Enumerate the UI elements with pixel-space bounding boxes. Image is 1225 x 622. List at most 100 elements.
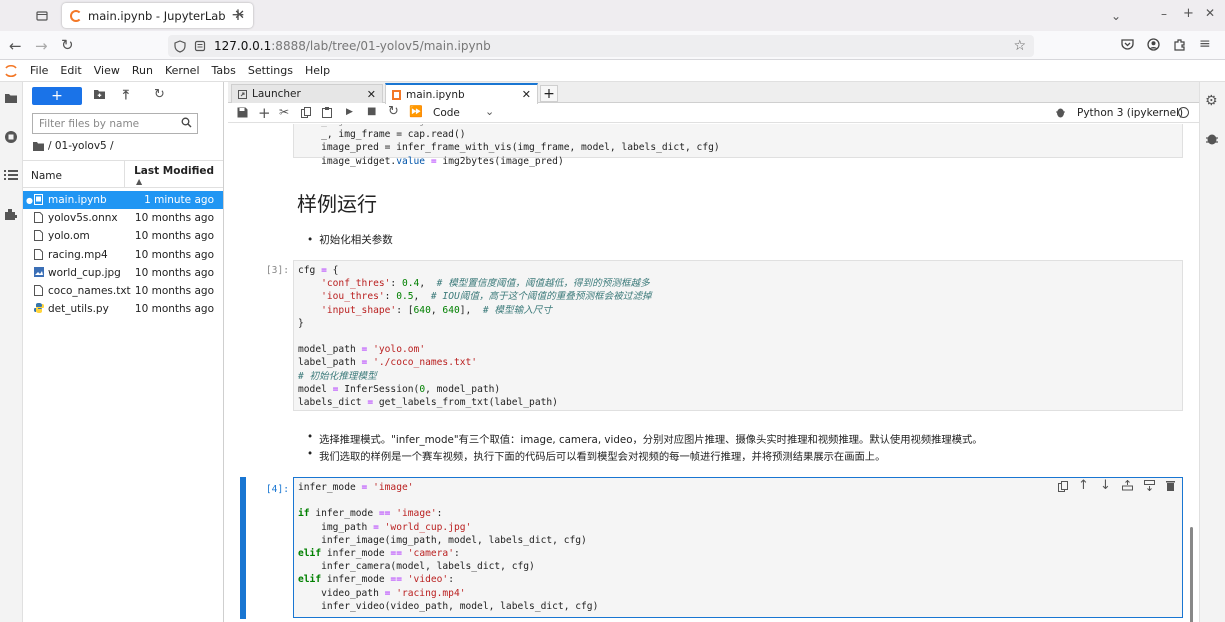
- debugger-icon[interactable]: [1056, 107, 1065, 118]
- breadcrumb: / 01-yolov5 /: [33, 140, 114, 152]
- file-row[interactable]: coco_names.txt 10 months ago: [23, 282, 223, 300]
- maximize-icon[interactable]: +: [1183, 6, 1194, 21]
- pocket-icon[interactable]: [1121, 38, 1134, 50]
- refresh-icon[interactable]: ↻: [154, 87, 165, 102]
- code-cell-partial[interactable]: _.mjiwidiit.wiiw.jvuiv _, img_frame = ca…: [293, 124, 1183, 167]
- markdown-bullet-3: • 我们选取的样例是一个赛车视频，执行下面的代码后可以看到模型会对视频的每一帧进行…: [307, 448, 885, 463]
- file-row[interactable]: det_utils.py 10 months ago: [23, 300, 223, 318]
- bullet-3-text: 我们选取的样例是一个赛车视频，执行下面的代码后可以看到模型会对视频的每一帧进行推…: [319, 451, 886, 463]
- cell-type-select[interactable]: Code: [433, 107, 460, 119]
- close-launcher-icon[interactable]: ✕: [367, 88, 376, 101]
- save-icon[interactable]: [237, 107, 248, 118]
- page-info-icon[interactable]: [194, 40, 206, 52]
- close-window-icon[interactable]: ✕: [1205, 6, 1215, 20]
- file-row[interactable]: world_cup.jpg 10 months ago: [23, 264, 223, 282]
- notebook-toolbar: + ✂ ▶ ■ ↻ ⏩ Code ⌄ Python 3 (ipykernel): [228, 104, 1199, 123]
- code-cell-4[interactable]: infer_mode = 'image' if infer_mode == 'i…: [293, 477, 1183, 618]
- file-modified: 10 months ago: [134, 266, 214, 279]
- bookmark-star-icon[interactable]: ☆: [1013, 38, 1026, 54]
- launcher-icon: [238, 89, 247, 99]
- file-row[interactable]: yolo.om 10 months ago: [23, 227, 223, 245]
- menu-help[interactable]: Help: [299, 64, 336, 77]
- breadcrumb-folder-icon[interactable]: [33, 141, 44, 151]
- delete-cell-icon[interactable]: [1166, 480, 1175, 491]
- file-name: coco_names.txt: [48, 285, 131, 297]
- tab-main-ipynb[interactable]: main.ipynb ✕: [385, 83, 538, 104]
- move-cell-up-icon[interactable]: ↑: [1078, 478, 1089, 493]
- file-name: yolov5s.onnx: [48, 212, 118, 225]
- reload-icon[interactable]: ↻: [61, 36, 74, 54]
- file-name: main.ipynb: [48, 194, 107, 206]
- tab-launcher[interactable]: Launcher ✕: [231, 84, 383, 103]
- file-row[interactable]: racing.mp4 10 months ago: [23, 246, 223, 264]
- folder-icon[interactable]: [4, 92, 18, 104]
- table-of-contents-icon[interactable]: [4, 169, 18, 181]
- filter-placeholder: Filter files by name: [39, 117, 140, 130]
- duplicate-cell-icon[interactable]: [1058, 481, 1068, 492]
- account-icon[interactable]: [1147, 38, 1160, 51]
- url-field[interactable]: 127.0.0.1:8888/lab/tree/01-yolov5/main.i…: [168, 35, 1034, 57]
- file-browser-panel: + ⤒ ↻ Filter files by name / 01-yolov5 /…: [23, 82, 224, 622]
- notebook-scrollbar[interactable]: [1190, 527, 1193, 622]
- tab-overflow-chevron-icon[interactable]: ⌄: [1108, 8, 1124, 24]
- file-modified: 10 months ago: [134, 303, 214, 316]
- paste-icon[interactable]: [322, 107, 332, 118]
- insert-below-icon[interactable]: [1144, 480, 1155, 491]
- extension-manager-icon[interactable]: [4, 207, 18, 221]
- browser-tab-active[interactable]: main.ipynb - JupyterLab ✕: [62, 3, 253, 28]
- insert-above-icon[interactable]: [1122, 480, 1133, 491]
- tab-launcher-label: Launcher: [252, 88, 301, 100]
- running-kernels-icon[interactable]: [4, 130, 18, 144]
- menu-run[interactable]: Run: [126, 64, 159, 77]
- menu-tabs[interactable]: Tabs: [206, 64, 242, 77]
- app-menu-icon[interactable]: ≡: [1199, 36, 1211, 52]
- minimize-icon[interactable]: –: [1161, 7, 1167, 21]
- file-row[interactable]: ● main.ipynb 1 minute ago: [23, 191, 223, 209]
- back-icon[interactable]: ←: [9, 37, 22, 55]
- insert-cell-icon[interactable]: +: [258, 104, 271, 122]
- jupyter-favicon-icon: [70, 9, 82, 22]
- column-last-modified[interactable]: Last Modified: [134, 165, 214, 177]
- close-main-icon[interactable]: ✕: [522, 88, 531, 101]
- add-tab-icon[interactable]: +: [540, 85, 558, 102]
- jupyter-menubar: File Edit View Run Kernel Tabs Settings …: [0, 60, 1225, 82]
- file-modified: 10 months ago: [134, 285, 214, 297]
- breadcrumb-path[interactable]: / 01-yolov5 /: [48, 140, 114, 152]
- copy-icon[interactable]: [301, 107, 311, 118]
- filter-files-input[interactable]: Filter files by name: [32, 113, 198, 134]
- left-activity-bar: [0, 82, 23, 622]
- new-folder-icon[interactable]: [93, 89, 106, 100]
- debugger-panel-icon[interactable]: [1206, 132, 1218, 145]
- cell-type-chevron-icon[interactable]: ⌄: [485, 105, 494, 118]
- file-name: racing.mp4: [48, 248, 108, 261]
- tab-list-icon[interactable]: [34, 8, 50, 24]
- menu-edit[interactable]: Edit: [54, 64, 87, 77]
- forward-icon[interactable]: →: [35, 37, 48, 55]
- move-cell-down-icon[interactable]: ↓: [1100, 478, 1111, 493]
- restart-run-all-icon[interactable]: ⏩: [409, 105, 423, 118]
- file-list-header: Name Last Modified ▲: [23, 160, 223, 188]
- property-inspector-gear-icon[interactable]: ⚙: [1205, 93, 1218, 109]
- new-tab-icon[interactable]: +: [230, 5, 246, 25]
- extensions-icon[interactable]: [1173, 38, 1186, 51]
- cut-icon[interactable]: ✂: [279, 105, 289, 119]
- active-cell-indicator: [240, 477, 246, 619]
- upload-icon[interactable]: ⤒: [123, 88, 129, 103]
- menu-file[interactable]: File: [24, 64, 54, 77]
- column-name[interactable]: Name: [31, 170, 62, 182]
- menu-kernel[interactable]: Kernel: [159, 64, 206, 77]
- file-row[interactable]: yolov5s.onnx 10 months ago: [23, 209, 223, 227]
- run-cell-icon[interactable]: ▶: [346, 107, 353, 117]
- bullet-dot: •: [307, 233, 314, 246]
- bullet-2-text: 选择推理模式。"infer_mode"有三个取值：image, camera, …: [319, 434, 983, 446]
- interrupt-icon[interactable]: ■: [367, 106, 376, 117]
- restart-kernel-icon[interactable]: ↻: [388, 104, 399, 119]
- menu-view[interactable]: View: [88, 64, 126, 77]
- code-cell-3[interactable]: cfg = { 'conf_thres': 0.4, # 模型置信度阈值，阈值越…: [293, 260, 1183, 411]
- kernel-name[interactable]: Python 3 (ipykernel): [1077, 107, 1183, 119]
- code-partial: _.mjiwidiit.wiiw.jvuiv _, img_frame = ca…: [298, 124, 720, 167]
- menu-settings[interactable]: Settings: [242, 64, 299, 77]
- new-launcher-button[interactable]: +: [32, 87, 82, 105]
- markdown-bullet-2: • 选择推理模式。"infer_mode"有三个取值：image, camera,…: [307, 431, 983, 446]
- prompt-3: [3]:: [265, 265, 289, 276]
